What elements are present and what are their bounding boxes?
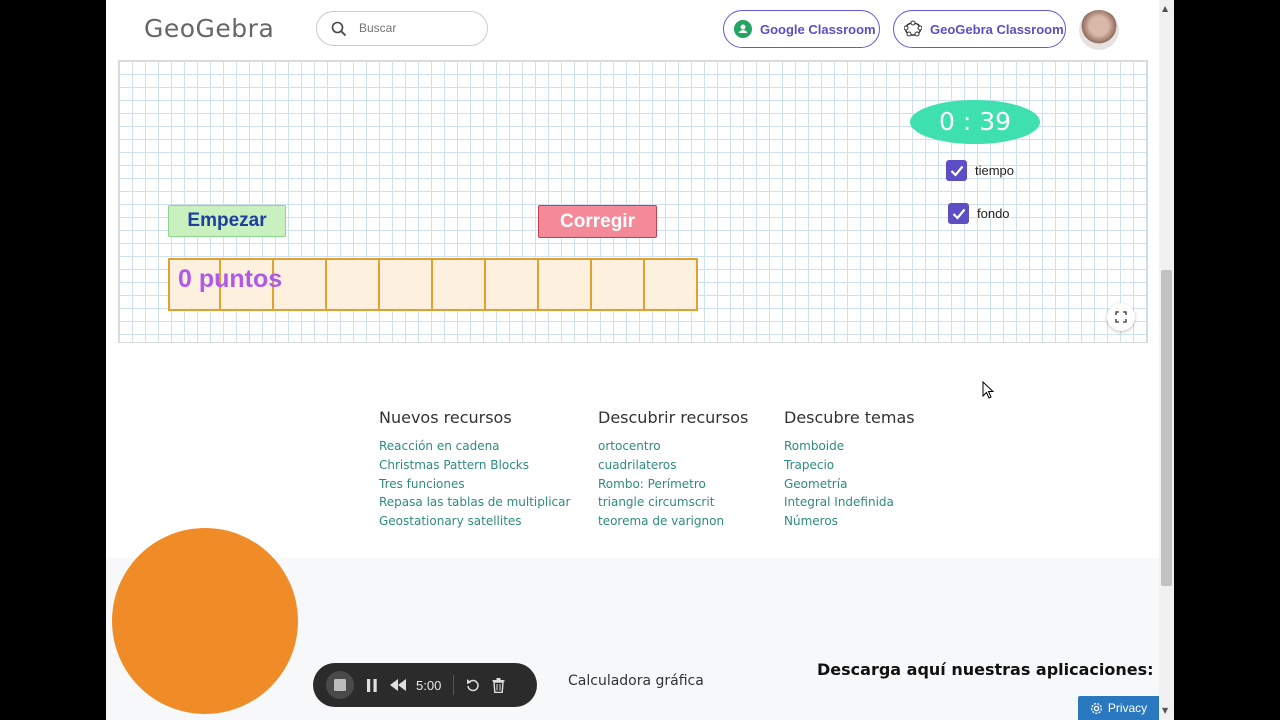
privacy-label: Privacy — [1107, 701, 1148, 715]
topic-link[interactable]: Geometría — [784, 475, 915, 494]
geogebra-applet[interactable]: 0 : 39 tiempo fondo Empezar Corregir 0 p… — [118, 60, 1148, 343]
restart-icon — [467, 679, 480, 692]
privacy-button[interactable]: Privacy — [1078, 696, 1159, 720]
nuevos-recursos-title: Nuevos recursos — [379, 408, 512, 427]
recording-time: 5:00 — [416, 677, 442, 693]
geogebra-classroom-button[interactable]: GeoGebra Classroom — [893, 10, 1066, 48]
topic-link[interactable]: Trapecio — [784, 456, 915, 475]
topic-link[interactable]: Integral Indefinida — [784, 493, 915, 512]
fullscreen-icon — [1115, 311, 1127, 323]
checkbox-tiempo-label: tiempo — [975, 163, 1015, 178]
topic-link[interactable]: Romboide — [784, 437, 915, 456]
screen-recorder-bar: 5:00 — [313, 663, 537, 707]
restart-button[interactable] — [466, 678, 480, 692]
header: GeoGebra Google Classroom GeoGebra Class… — [106, 0, 1159, 60]
checkbox-fondo[interactable]: fondo — [948, 203, 1010, 224]
answer-cell[interactable] — [592, 258, 645, 311]
resource-link[interactable]: triangle circumscrit — [598, 493, 748, 512]
gear-icon — [1090, 702, 1102, 714]
timer-display: 0 : 39 — [910, 100, 1040, 144]
resource-link[interactable]: Rombo: Perímetro — [598, 475, 748, 494]
checkmark-icon — [952, 208, 965, 220]
pause-button[interactable] — [366, 678, 378, 692]
search-input[interactable] — [357, 20, 481, 36]
pause-icon — [367, 678, 377, 692]
webcam-overlay-circle — [112, 528, 298, 714]
scroll-thumb[interactable] — [1161, 270, 1172, 586]
google-classroom-button[interactable]: Google Classroom — [723, 10, 880, 48]
points-label: 0 puntos — [178, 265, 283, 293]
geogebra-classroom-icon — [903, 20, 923, 38]
checkbox-fondo-box[interactable] — [948, 203, 969, 224]
topic-link[interactable]: Números — [784, 512, 915, 531]
checkbox-fondo-label: fondo — [977, 206, 1010, 221]
rewind-button[interactable] — [390, 679, 406, 691]
start-button[interactable]: Empezar — [168, 205, 286, 237]
search-box[interactable] — [316, 11, 488, 46]
resource-link[interactable]: cuadrilateros — [598, 456, 748, 475]
checkmark-icon — [950, 165, 963, 177]
google-classroom-label: Google Classroom — [760, 21, 876, 37]
answer-cell[interactable] — [380, 258, 433, 311]
google-classroom-icon — [734, 20, 752, 38]
checkbox-tiempo[interactable]: tiempo — [946, 160, 1014, 181]
scroll-down-icon[interactable]: ▼ — [1162, 706, 1168, 715]
fullscreen-button[interactable] — [1107, 303, 1135, 331]
mouse-cursor-icon — [982, 381, 994, 399]
descubrir-recursos-title: Descubrir recursos — [598, 408, 749, 427]
search-icon — [331, 21, 347, 37]
trash-icon — [492, 677, 505, 693]
answer-cell[interactable] — [327, 258, 380, 311]
descubre-temas-column: Descubre temas Romboide Trapecio Geometr… — [784, 408, 915, 531]
resource-link[interactable]: teorema de varignon — [598, 512, 748, 531]
resource-link[interactable]: Tres funciones — [379, 475, 570, 494]
resource-link[interactable]: Christmas Pattern Blocks — [379, 456, 570, 475]
answer-cell[interactable] — [645, 258, 698, 311]
checkbox-tiempo-box[interactable] — [946, 160, 967, 181]
resource-link[interactable]: ortocentro — [598, 437, 748, 456]
download-apps-heading: Descarga aquí nuestras aplicaciones: — [817, 660, 1154, 679]
stop-recording-button[interactable] — [326, 671, 354, 699]
calculadora-grafica-link[interactable]: Calculadora gráfica — [568, 673, 704, 689]
check-button[interactable]: Corregir — [538, 205, 657, 238]
geogebra-classroom-label: GeoGebra Classroom — [930, 21, 1064, 37]
divider — [453, 675, 455, 695]
nuevos-recursos-column: Nuevos recursos Reacción en cadena Chris… — [379, 408, 570, 531]
rewind-icon — [390, 679, 406, 691]
user-avatar[interactable] — [1079, 10, 1119, 50]
geogebra-logo[interactable]: GeoGebra — [144, 14, 274, 43]
stop-icon — [334, 679, 346, 691]
descubrir-recursos-column: Descubrir recursos ortocentro cuadrilate… — [598, 408, 748, 531]
answer-cell[interactable] — [486, 258, 539, 311]
scroll-up-icon[interactable]: ▲ — [1162, 4, 1168, 13]
resource-link[interactable]: Reacción en cadena — [379, 437, 570, 456]
resource-link[interactable]: Geostationary satellites — [379, 512, 570, 531]
resource-link[interactable]: Repasa las tablas de multiplicar — [379, 493, 570, 512]
descubre-temas-title: Descubre temas — [784, 408, 915, 427]
delete-button[interactable] — [492, 677, 505, 693]
answer-cell[interactable] — [539, 258, 592, 311]
answer-cell[interactable] — [433, 258, 486, 311]
page-scrollbar[interactable]: ▲ ▼ — [1159, 0, 1174, 720]
